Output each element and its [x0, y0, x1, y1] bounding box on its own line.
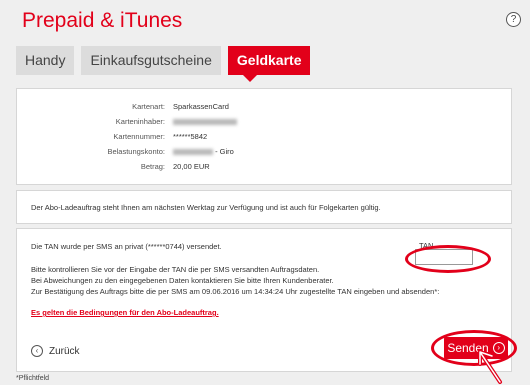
betrag-label: Betrag:: [140, 162, 165, 171]
tab-handy[interactable]: Handy: [16, 46, 75, 75]
tan-sent-text: Die TAN wurde per SMS an privat (******0…: [31, 242, 222, 251]
tab-einkaufsgutscheine[interactable]: Einkaufsgutscheine: [81, 46, 221, 75]
konto-suffix: - Giro: [215, 147, 234, 156]
kartennummer-value: ******5842: [173, 132, 208, 141]
belastungskonto-label: Belastungskonto:: [107, 147, 165, 156]
chevron-left-icon: ‹: [31, 345, 43, 357]
instruction-line-1: Bitte kontrollieren Sie vor der Eingabe …: [31, 265, 320, 274]
page-title: Prepaid & iTunes: [22, 9, 183, 32]
karteninhaber-label: Karteninhaber:: [115, 117, 165, 126]
active-tab-pointer: [243, 75, 257, 82]
row-kartennummer: Kartennummer: ******5842: [17, 131, 511, 143]
row-betrag: Betrag: 20,00 EUR: [17, 161, 511, 173]
info-panel: Der Abo-Ladeauftrag steht Ihnen am nächs…: [16, 190, 512, 224]
terms-link[interactable]: Es gelten die Bedingungen für den Abo-La…: [31, 308, 219, 317]
required-field-note: *Pflichtfeld: [16, 375, 50, 382]
instruction-line-2: Bei Abweichungen zu den eingegebenen Dat…: [31, 276, 334, 285]
info-text: Der Abo-Ladeauftrag steht Ihnen am nächs…: [31, 203, 381, 212]
tab-geldkarte[interactable]: Geldkarte: [227, 46, 311, 75]
kartennummer-label: Kartennummer:: [113, 132, 165, 141]
tan-panel: Die TAN wurde per SMS an privat (******0…: [16, 228, 517, 372]
tan-highlight-circle: [405, 245, 491, 273]
betrag-value: 20,00 EUR: [173, 162, 210, 171]
konto-number-redacted: [173, 149, 213, 156]
row-karteninhaber: Karteninhaber:: [17, 116, 511, 128]
karteninhaber-value-redacted: [173, 116, 237, 128]
card-details-panel: Kartenart: SparkassenCard Karteninhaber:…: [16, 88, 512, 185]
kartenart-value: SparkassenCard: [173, 102, 229, 111]
help-icon[interactable]: ?: [506, 12, 521, 27]
kartenart-label: Kartenart:: [132, 102, 165, 111]
row-kartenart: Kartenart: SparkassenCard: [17, 101, 511, 113]
tab-bar: Handy Einkaufsgutscheine Geldkarte: [16, 46, 311, 75]
back-button[interactable]: ‹ Zurück: [31, 345, 80, 357]
row-belastungskonto: Belastungskonto: - Giro: [17, 146, 511, 158]
instruction-line-3: Zur Bestätigung des Auftrags bitte die p…: [31, 287, 440, 296]
belastungskonto-value: - Giro: [173, 146, 234, 158]
pointer-arrow-icon: [478, 350, 502, 384]
back-label: Zurück: [49, 345, 80, 357]
